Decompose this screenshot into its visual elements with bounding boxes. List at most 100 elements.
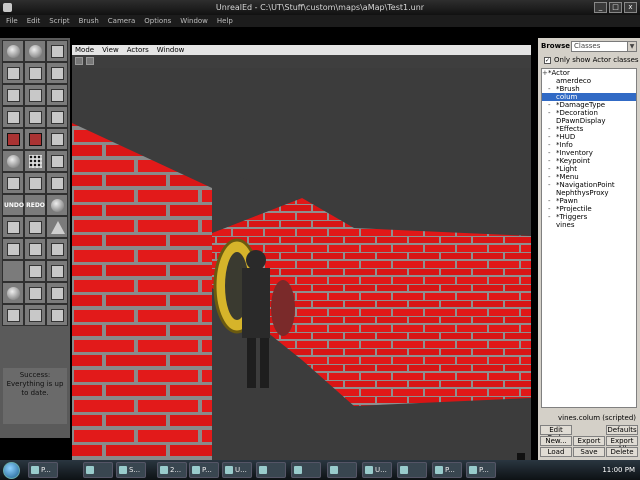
spiral-stairs-button[interactable] [46, 260, 68, 282]
stretch-tool-button[interactable] [46, 62, 68, 84]
class-tree-item[interactable]: - *DamageType [542, 101, 636, 109]
camera-speed-button[interactable] [24, 304, 46, 326]
tree-expander-icon[interactable]: - [548, 109, 551, 117]
tree-expander-icon[interactable]: - [548, 125, 551, 133]
taskbar-task-button[interactable]: 2... [157, 462, 187, 478]
class-tree-item[interactable]: DPawnDisplay [542, 117, 636, 125]
intersect-button[interactable] [46, 128, 68, 150]
class-tree-item[interactable]: amerdeco [542, 77, 636, 85]
taskbar-task-button[interactable]: P... [28, 462, 58, 478]
delete-button[interactable]: Delete [606, 447, 638, 457]
shear-tool-button[interactable] [24, 62, 46, 84]
new-class-button[interactable]: New... [540, 436, 572, 446]
start-button[interactable] [3, 462, 20, 479]
undo-button[interactable]: UNDO [2, 194, 24, 216]
class-tree-item[interactable]: vines [542, 221, 636, 229]
add-button[interactable] [2, 128, 24, 150]
taskbar-task-button[interactable] [256, 462, 286, 478]
rotate-tool-button[interactable] [2, 62, 24, 84]
menu-help[interactable]: Help [217, 15, 233, 27]
tree-expander-icon[interactable]: - [548, 197, 551, 205]
taskbar-task-button[interactable]: U... [222, 462, 252, 478]
viewport-realtime-button[interactable] [75, 57, 83, 65]
scale-tool-button[interactable] [46, 40, 68, 62]
hide-selected-button[interactable] [24, 216, 46, 238]
sphere-builder-button[interactable] [46, 194, 68, 216]
tree-expander-icon[interactable]: - [548, 165, 551, 173]
minimize-button[interactable]: _ [594, 2, 607, 13]
tree-expander-icon[interactable]: - [548, 157, 551, 165]
export-button[interactable]: Export [573, 436, 605, 446]
tree-expander-icon[interactable]: - [548, 149, 551, 157]
menu-window[interactable]: Window [180, 15, 208, 27]
class-tree-item[interactable]: - *Light [542, 165, 636, 173]
class-tree-item[interactable]: - *Menu [542, 173, 636, 181]
class-tree-item[interactable]: - *NavigationPoint [542, 181, 636, 189]
cone-builder-button[interactable] [46, 216, 68, 238]
class-tree-item[interactable]: colum [542, 93, 636, 101]
taskbar-task-button[interactable] [397, 462, 427, 478]
tree-expander-icon[interactable]: - [548, 101, 551, 109]
save-button[interactable]: Save [573, 447, 605, 457]
cylinder-builder-button[interactable] [46, 84, 68, 106]
menu-edit[interactable]: Edit [27, 15, 41, 27]
class-tree-item[interactable]: NephthysProxy [542, 189, 636, 197]
taskbar-task-button[interactable] [291, 462, 321, 478]
deintersect-button[interactable] [2, 150, 24, 172]
menu-script[interactable]: Script [49, 15, 69, 27]
maximize-button[interactable]: □ [609, 2, 622, 13]
subtract-button[interactable] [24, 128, 46, 150]
taskbar-task-button[interactable] [327, 462, 357, 478]
class-tree[interactable]: + *Actor amerdeco - *Brush colum - *DamageType -… [541, 68, 637, 408]
class-tree-item[interactable]: - *HUD [542, 133, 636, 141]
nonsolid-button[interactable] [46, 150, 68, 172]
show-selected-button[interactable] [2, 238, 24, 260]
class-tree-item[interactable]: + *Actor [542, 69, 636, 77]
texture-rotate-button[interactable] [24, 106, 46, 128]
taskbar-task-button[interactable]: P... [432, 462, 462, 478]
align-button[interactable] [24, 282, 46, 304]
sheet-tool-button[interactable] [2, 216, 24, 238]
mover-button[interactable] [2, 172, 24, 194]
tree-expander-icon[interactable]: - [548, 181, 551, 189]
clock[interactable]: 11:00 PM [602, 460, 635, 480]
viewport-menu-actors[interactable]: Actors [127, 45, 149, 55]
taskbar-task-button[interactable] [83, 462, 113, 478]
curved-stairs-button[interactable] [24, 260, 46, 282]
taskbar-task-button[interactable]: P... [466, 462, 496, 478]
taskbar-task-button[interactable]: U... [362, 462, 392, 478]
texture-pan-button[interactable] [2, 106, 24, 128]
edit-code-button[interactable]: Edit Code [540, 425, 572, 442]
redo-button[interactable]: REDO [24, 194, 46, 216]
volumetric-button[interactable] [46, 282, 68, 304]
viewport-menu-window[interactable]: Window [157, 45, 185, 55]
tree-expander-icon[interactable]: - [548, 213, 551, 221]
class-tree-item[interactable]: - *Brush [542, 85, 636, 93]
defaults-button[interactable]: Defaults [606, 425, 638, 435]
stairs-builder-button[interactable] [46, 172, 68, 194]
class-tree-item[interactable]: - *Keypoint [542, 157, 636, 165]
camera-move-tool-button[interactable] [2, 40, 24, 62]
class-tree-item[interactable]: - *Inventory [542, 149, 636, 157]
tree-expander-icon[interactable]: - [548, 205, 551, 213]
cube-builder-button[interactable] [2, 84, 24, 106]
class-tree-item[interactable]: - *Projectile [542, 205, 636, 213]
load-button[interactable]: Load [540, 447, 572, 457]
close-button[interactable]: x [624, 2, 637, 13]
browser-type-select[interactable]: Classes ▼ [571, 41, 637, 52]
viewport-menu-mode[interactable]: Mode [75, 45, 94, 55]
export-all-button[interactable]: Export All [606, 436, 638, 453]
class-tree-item[interactable]: - *Decoration [542, 109, 636, 117]
sheet-builder-button[interactable] [24, 84, 46, 106]
tetrahedron-builder-button[interactable] [46, 238, 68, 260]
terrain-button[interactable] [46, 106, 68, 128]
brush-clip-button[interactable] [46, 304, 68, 326]
tree-expander-icon[interactable]: + [542, 69, 548, 77]
only-actor-classes-checkbox[interactable]: ✓ Only show Actor classes [544, 56, 639, 64]
invert-selection-button[interactable] [24, 238, 46, 260]
menu-camera[interactable]: Camera [108, 15, 135, 27]
tree-expander-icon[interactable]: - [548, 85, 551, 93]
menu-options[interactable]: Options [144, 15, 171, 27]
grid-button[interactable] [2, 304, 24, 326]
tree-expander-icon[interactable]: - [548, 133, 551, 141]
